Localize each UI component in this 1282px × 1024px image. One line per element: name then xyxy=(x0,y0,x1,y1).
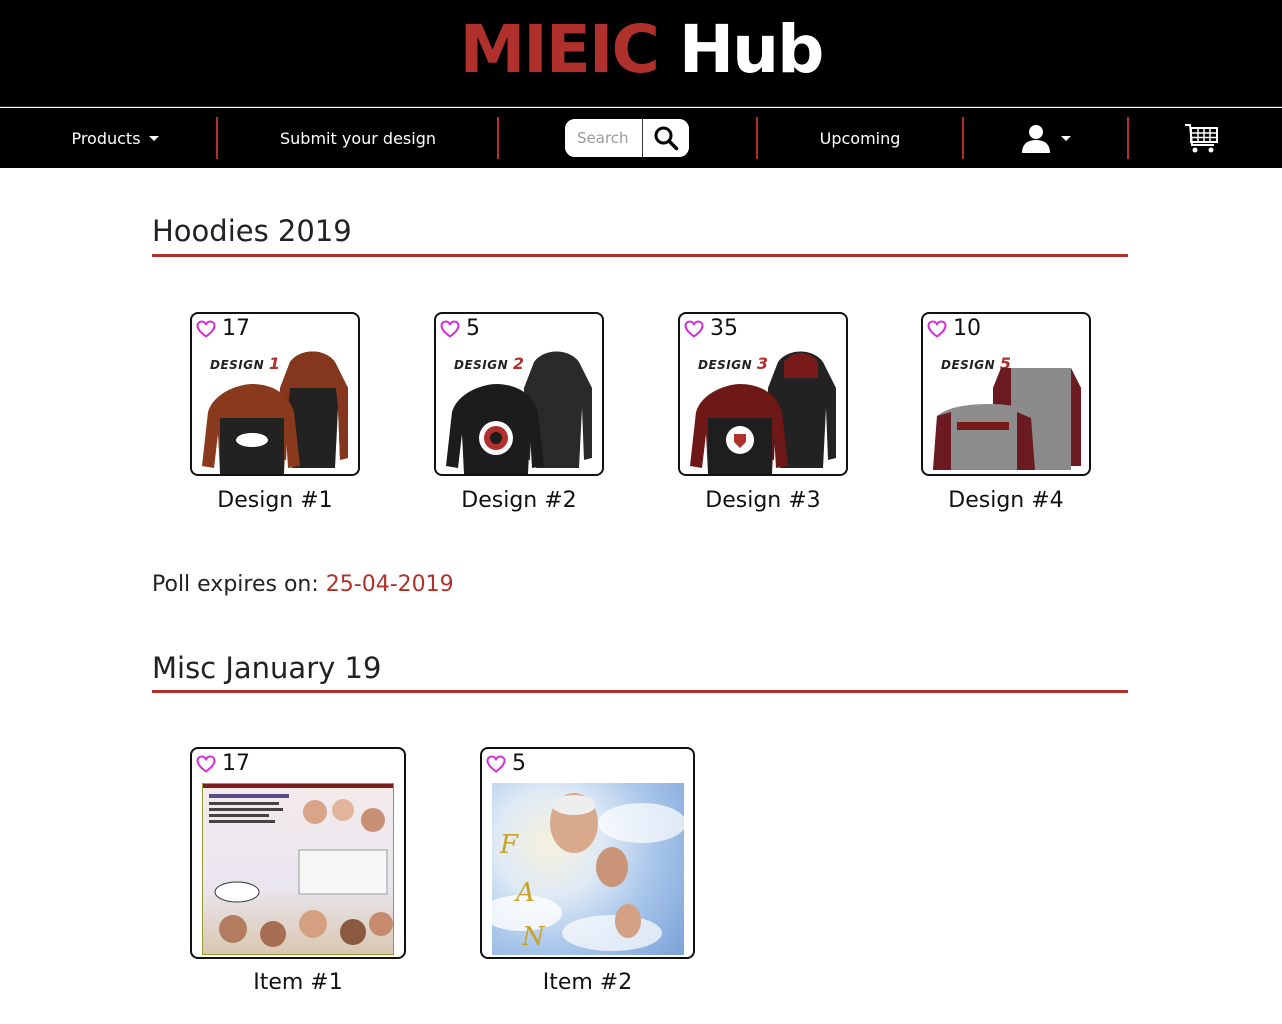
user-icon xyxy=(1022,125,1050,153)
chevron-down-icon xyxy=(148,135,159,141)
site-header: MIEIC Hub xyxy=(0,0,1282,107)
meme-collage-image xyxy=(202,783,394,955)
svg-text:N: N xyxy=(521,922,546,952)
search-input[interactable] xyxy=(565,119,643,157)
like-counter[interactable]: 5 xyxy=(486,751,526,776)
like-count: 10 xyxy=(953,316,981,341)
like-count: 17 xyxy=(222,751,250,776)
search-icon xyxy=(654,126,679,151)
nav-products-label: Products xyxy=(71,128,141,148)
poll-expiry: Poll expires on: 25-04-2019 xyxy=(152,572,454,597)
heart-icon xyxy=(486,754,506,773)
like-counter[interactable]: 17 xyxy=(196,751,250,776)
item-label[interactable]: Item #2 xyxy=(480,970,695,995)
nav-upcoming[interactable]: Upcoming xyxy=(770,108,950,168)
like-counter[interactable]: 17 xyxy=(196,316,250,341)
nav-divider xyxy=(962,117,964,159)
like-counter[interactable]: 35 xyxy=(684,316,738,341)
logo-part-hub: Hub xyxy=(678,11,824,88)
item-label[interactable]: Item #1 xyxy=(190,970,406,995)
design-card-2[interactable]: 5 DESIGN 2 xyxy=(434,312,604,476)
svg-text:F: F xyxy=(499,830,519,860)
sweatshirt-image xyxy=(933,368,1081,470)
nav-divider xyxy=(1127,117,1129,159)
nav-submit-design[interactable]: Submit your design xyxy=(230,108,486,168)
heart-icon xyxy=(196,754,216,773)
cart-icon xyxy=(1185,124,1218,153)
heart-icon xyxy=(440,319,460,338)
like-count: 17 xyxy=(222,316,250,341)
misc-card-2[interactable]: 5 F A N xyxy=(480,747,695,959)
svg-text:A: A xyxy=(514,878,535,908)
logo-part-mieic: MIEIC xyxy=(459,11,660,88)
nav-products-dropdown[interactable]: Products xyxy=(40,108,190,168)
like-counter[interactable]: 5 xyxy=(440,316,480,341)
hoodie-image xyxy=(202,351,348,474)
design-label[interactable]: Design #3 xyxy=(678,488,848,513)
like-count: 5 xyxy=(512,751,526,776)
nav-divider xyxy=(216,117,218,159)
design-card-4[interactable]: 10 DESIGN 5 xyxy=(921,312,1091,476)
poll-date: 25-04-2019 xyxy=(325,572,454,597)
design-card-1[interactable]: 17 DESIGN 1 xyxy=(190,312,360,476)
heart-icon xyxy=(927,319,947,338)
misc-card-1[interactable]: 17 xyxy=(190,747,406,959)
like-count: 35 xyxy=(710,316,738,341)
poll-label: Poll expires on: xyxy=(152,572,326,597)
account-dropdown[interactable] xyxy=(990,108,1100,168)
nav-divider xyxy=(497,117,499,159)
design-label[interactable]: Design #1 xyxy=(190,488,360,513)
hoodie-image xyxy=(446,351,592,474)
design-label[interactable]: Design #4 xyxy=(921,488,1091,513)
like-counter[interactable]: 10 xyxy=(927,316,981,341)
section-divider xyxy=(152,254,1128,257)
nav-upcoming-label: Upcoming xyxy=(819,128,901,148)
nav-submit-label: Submit your design xyxy=(280,128,436,148)
search-box xyxy=(565,119,689,157)
section-title-hoodies: Hoodies 2019 xyxy=(152,214,352,248)
like-count: 5 xyxy=(466,316,480,341)
clouds-portrait-image: F A N xyxy=(482,783,686,955)
design-label[interactable]: Design #2 xyxy=(434,488,604,513)
search-button[interactable] xyxy=(643,119,689,157)
nav-divider xyxy=(756,117,758,159)
hoodie-image xyxy=(690,351,836,474)
section-title-misc: Misc January 19 xyxy=(152,651,382,685)
cart-button[interactable] xyxy=(1170,108,1232,168)
site-logo[interactable]: MIEIC Hub xyxy=(0,10,1282,90)
heart-icon xyxy=(684,319,704,338)
heart-icon xyxy=(196,319,216,338)
chevron-down-icon xyxy=(1061,135,1071,141)
section-divider xyxy=(152,690,1128,693)
design-card-3[interactable]: 35 DESIGN 3 xyxy=(678,312,848,476)
